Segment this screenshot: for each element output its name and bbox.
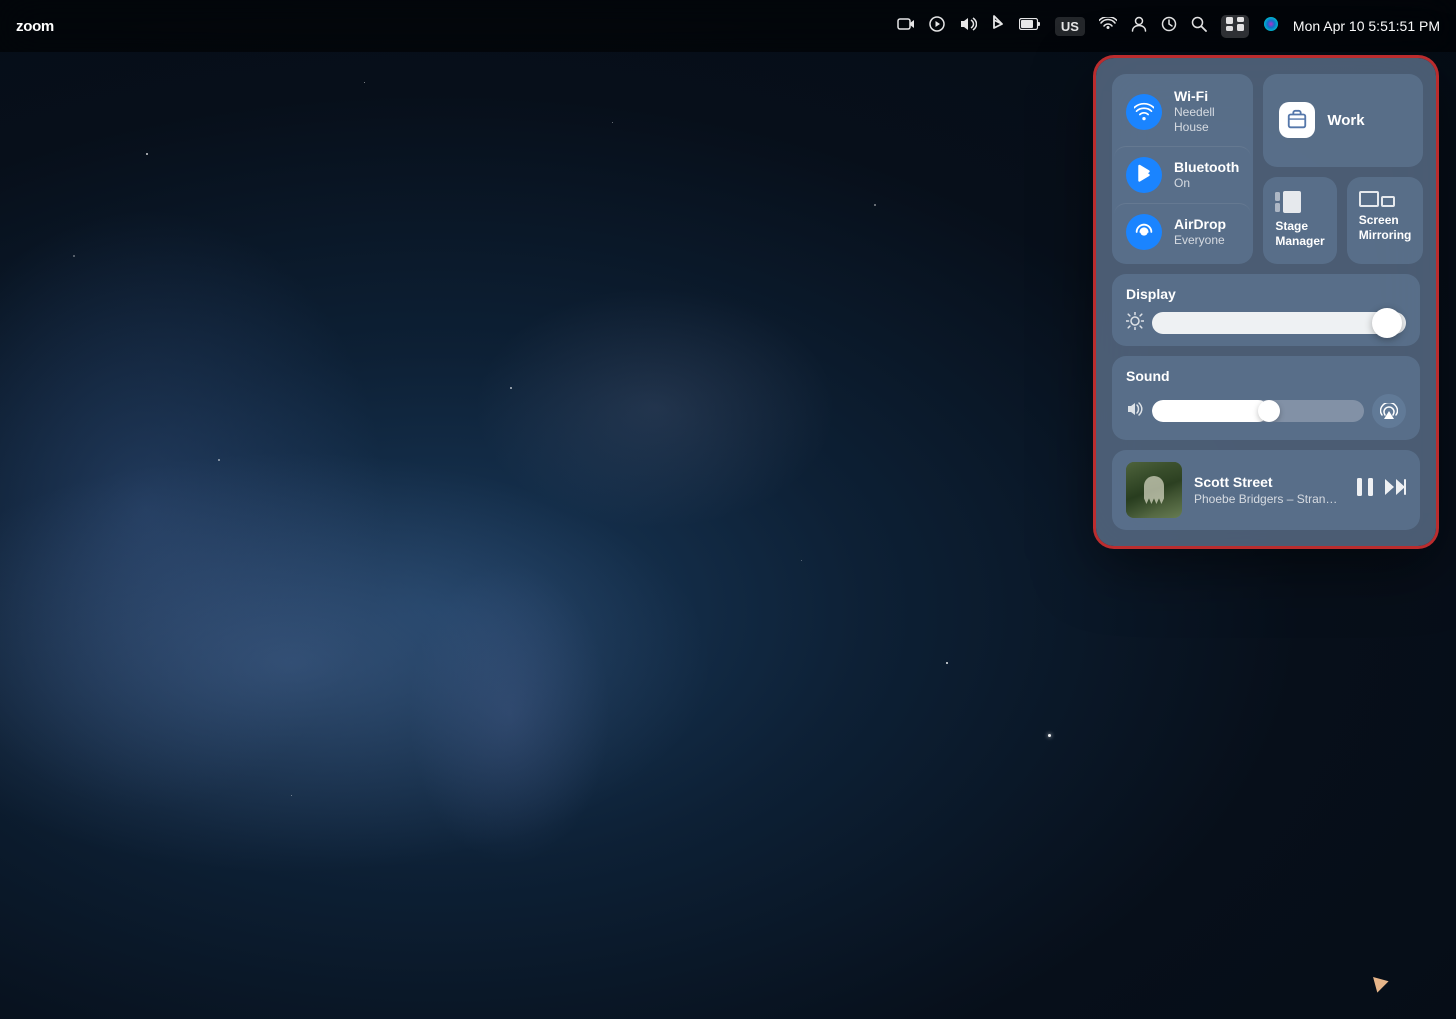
skip-forward-button[interactable] — [1384, 477, 1406, 502]
airdrop-item[interactable]: AirDrop Everyone — [1114, 203, 1251, 260]
airdrop-title: AirDrop — [1174, 216, 1226, 233]
wifi-menubar-icon[interactable] — [1099, 17, 1117, 36]
bluetooth-menubar-icon[interactable] — [991, 15, 1005, 38]
wifi-text: Wi-Fi Needell House — [1174, 88, 1239, 136]
volume-slider[interactable] — [1152, 400, 1364, 422]
volume-icon[interactable] — [959, 16, 977, 37]
time-machine-icon[interactable] — [1161, 16, 1177, 37]
menubar-right: US Mon Apr 10 5:51:51 PM — [897, 15, 1440, 38]
bluetooth-item[interactable]: Bluetooth On — [1114, 146, 1251, 203]
control-center-panel: Wi-Fi Needell House Bluetooth On — [1096, 58, 1436, 546]
airdrop-text: AirDrop Everyone — [1174, 216, 1226, 248]
track-info: Scott Street Phoebe Bridgers – Stranger … — [1194, 474, 1344, 506]
bluetooth-text: Bluetooth On — [1174, 159, 1239, 191]
brightness-icon — [1126, 312, 1144, 333]
wifi-icon — [1126, 94, 1162, 130]
play-icon[interactable] — [929, 16, 945, 37]
work-icon — [1279, 102, 1315, 138]
screen-mirroring-label: ScreenMirroring — [1359, 213, 1412, 244]
camera-icon[interactable] — [897, 16, 915, 37]
display-slider-row — [1126, 312, 1406, 334]
bluetooth-title: Bluetooth — [1174, 159, 1239, 176]
work-tile[interactable]: Work — [1263, 74, 1423, 167]
bluetooth-subtitle: On — [1174, 176, 1239, 192]
media-controls — [1356, 477, 1406, 502]
sound-section: Sound — [1112, 356, 1420, 440]
search-icon[interactable] — [1191, 16, 1207, 37]
menubar-left: zoom — [16, 18, 54, 35]
bottom-tiles: StageManager ScreenMirroring — [1263, 177, 1423, 264]
menubar: zoom US — [0, 0, 1456, 52]
stage-manager-icon — [1275, 191, 1301, 213]
track-artist: Phoebe Bridgers – Stranger i... — [1194, 492, 1344, 506]
right-column: Work StageManager — [1263, 74, 1423, 264]
airdrop-subtitle: Everyone — [1174, 233, 1226, 249]
screen-mirroring-icon — [1359, 191, 1395, 207]
sound-slider-row — [1126, 394, 1406, 428]
display-section: Display — [1112, 274, 1420, 346]
wifi-title: Wi-Fi — [1174, 88, 1239, 105]
display-brightness-slider[interactable] — [1152, 312, 1406, 334]
track-title: Scott Street — [1194, 474, 1344, 490]
connectivity-group: Wi-Fi Needell House Bluetooth On — [1112, 74, 1253, 264]
volume-slider-icon — [1126, 401, 1144, 420]
album-art — [1126, 462, 1182, 518]
top-grid: Wi-Fi Needell House Bluetooth On — [1112, 74, 1420, 264]
stage-manager-tile[interactable]: StageManager — [1263, 177, 1336, 264]
screen-mirroring-tile[interactable]: ScreenMirroring — [1347, 177, 1424, 264]
battery-icon[interactable] — [1019, 17, 1041, 35]
airdrop-icon — [1126, 214, 1162, 250]
stage-manager-label: StageManager — [1275, 219, 1324, 250]
work-label: Work — [1327, 112, 1364, 129]
user-icon[interactable] — [1131, 16, 1147, 37]
bluetooth-icon — [1126, 157, 1162, 193]
control-center-icon[interactable] — [1221, 15, 1249, 38]
airplay-button[interactable] — [1372, 394, 1406, 428]
menubar-datetime: Mon Apr 10 5:51:51 PM — [1293, 18, 1440, 34]
now-playing-section: Scott Street Phoebe Bridgers – Stranger … — [1112, 450, 1420, 530]
keyboard-icon[interactable]: US — [1055, 17, 1085, 36]
wifi-subtitle: Needell House — [1174, 105, 1239, 136]
pause-button[interactable] — [1356, 477, 1374, 502]
display-title: Display — [1126, 286, 1406, 302]
wifi-item[interactable]: Wi-Fi Needell House — [1114, 78, 1251, 146]
app-name[interactable]: zoom — [16, 18, 54, 35]
sound-title: Sound — [1126, 368, 1406, 384]
siri-icon[interactable] — [1263, 16, 1279, 37]
